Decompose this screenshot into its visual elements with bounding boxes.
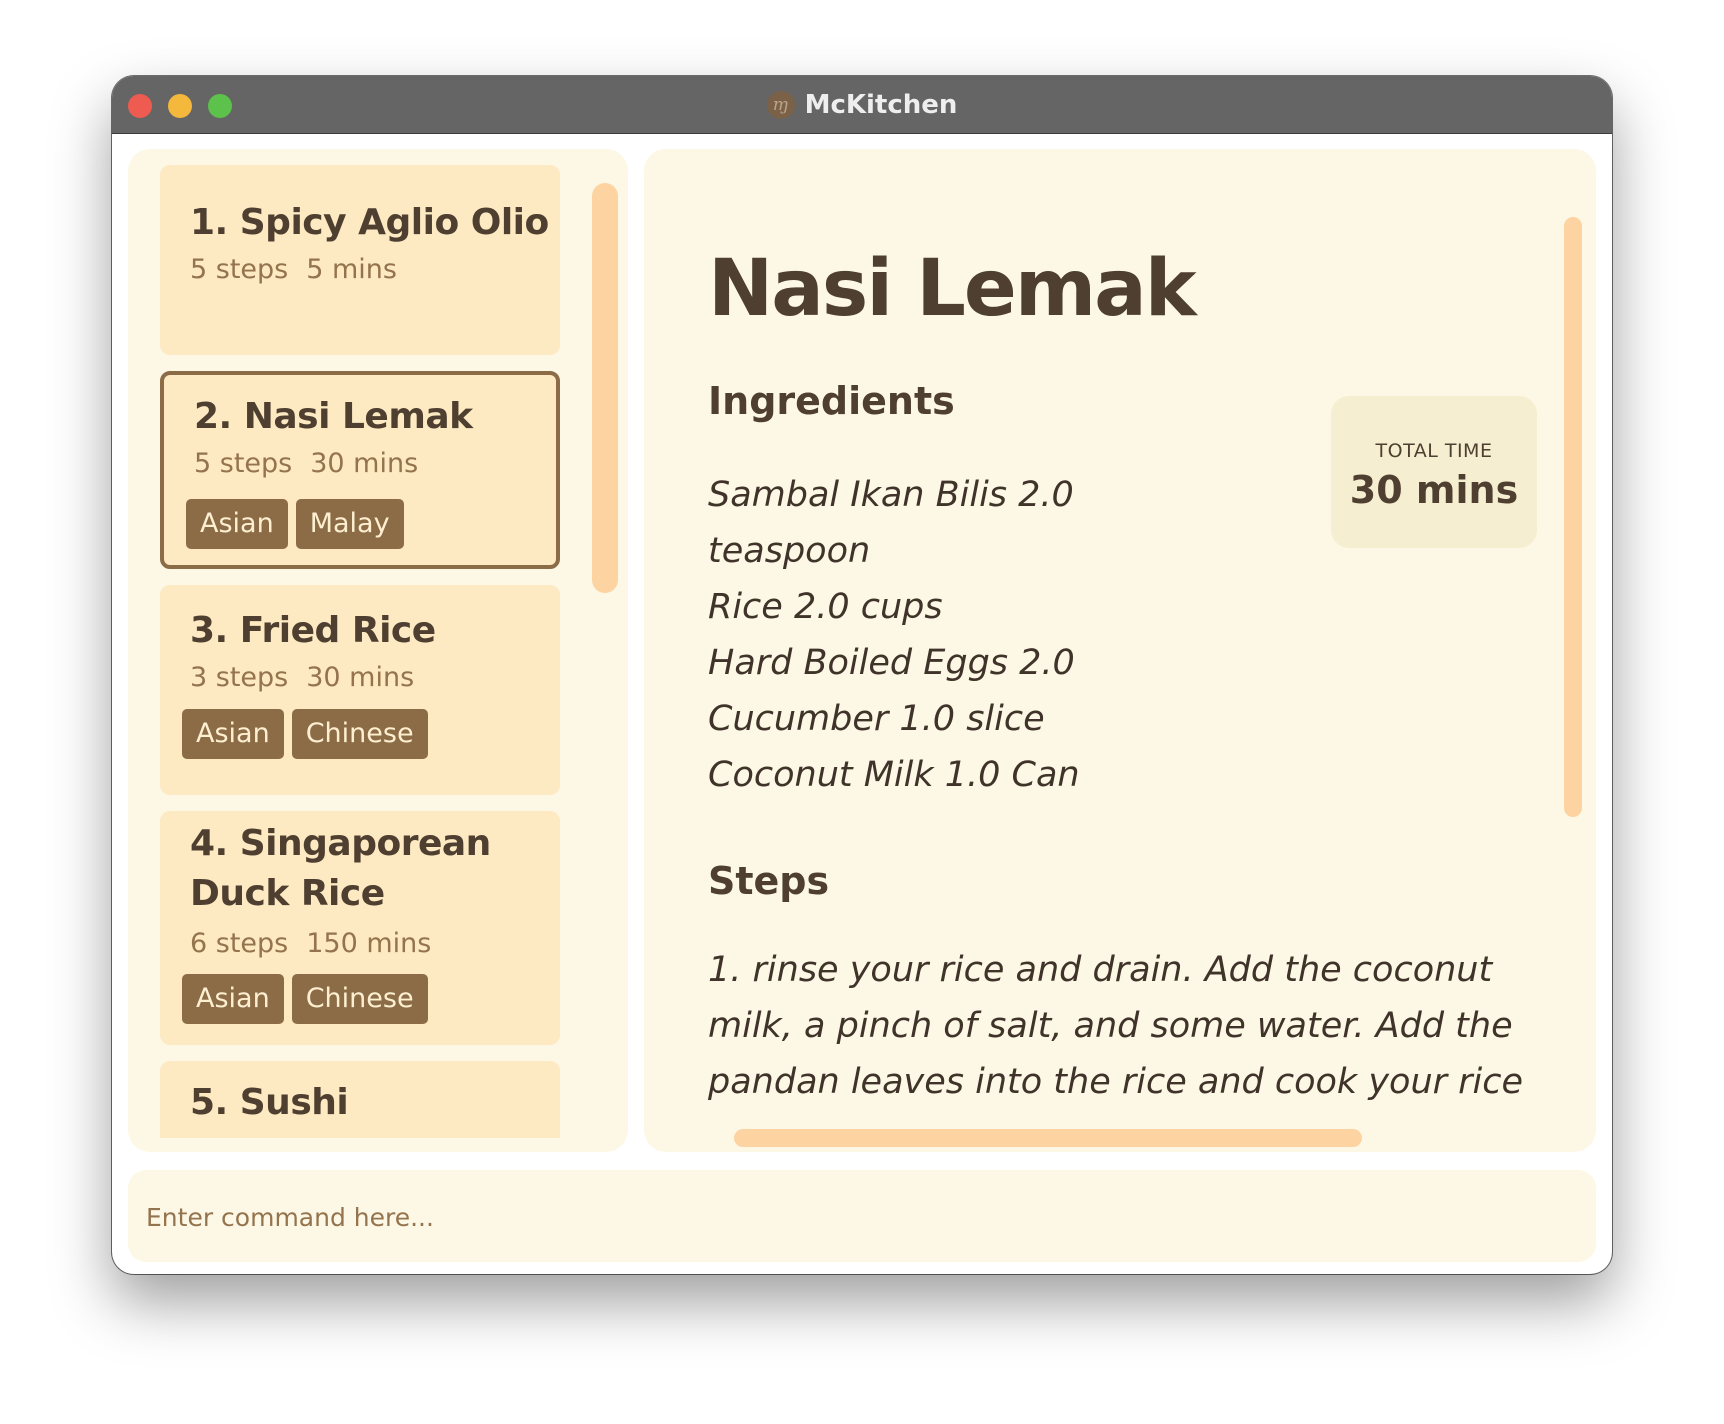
detail-horizontal-scrollbar[interactable] [734,1129,1362,1147]
recipe-card-meta: 3 steps 30 mins [190,662,432,693]
ingredient-item: teaspoon [708,531,871,571]
tag-badge: Asian [182,974,284,1024]
title-bar: ɱ McKitchen [112,76,1612,134]
recipe-duration: 30 mins [306,662,415,693]
recipe-tags: Asian Chinese [182,709,428,759]
recipe-tags: Asian Malay [186,499,404,549]
step-line: 1. rinse your rice and drain. Add the co… [708,950,1493,990]
steps-heading: Steps [708,859,830,903]
total-time-card: TOTAL TIME 30 mins [1331,396,1537,548]
ingredient-item: Coconut Milk 1.0 Can [708,755,1080,795]
recipe-detail-title: Nasi Lemak [708,244,1197,334]
recipe-detail-panel: Nasi Lemak Ingredients Sambal Ikan Bilis… [644,149,1596,1152]
recipe-detail-content: Nasi Lemak Ingredients Sambal Ikan Bilis… [644,149,1596,1152]
recipe-card-title-line: 4. Singaporean [190,823,491,864]
recipe-card-meta: 5 steps 30 mins [194,448,436,479]
recipe-card-title: 5. Sushi [190,1082,349,1123]
recipe-card-meta: 6 steps 150 mins [190,928,449,959]
tag-badge: Asian [186,499,288,549]
window-title-group: ɱ McKitchen [112,76,1612,133]
total-time-value: 30 mins [1349,468,1519,512]
detail-vertical-scrollbar[interactable] [1564,217,1582,817]
recipe-card-meta: 5 steps 5 mins [190,254,415,285]
tag-badge: Chinese [291,974,428,1024]
ingredients-heading: Ingredients [708,379,955,423]
recipe-duration: 30 mins [310,448,419,479]
recipe-card[interactable]: 5. Sushi [160,1061,560,1138]
command-input[interactable] [144,1170,1578,1264]
recipe-card[interactable]: 4. Singaporean Duck Rice 6 steps 150 mins… [160,811,560,1045]
ingredient-item: Hard Boiled Eggs 2.0 [708,643,1075,683]
tag-badge: Chinese [291,709,428,759]
recipe-steps-count: 5 steps [190,254,289,285]
recipe-steps-count: 3 steps [190,662,289,693]
tag-badge: Asian [182,709,284,759]
ingredients-list: Sambal Ikan Bilis 2.0 teaspoon Rice 2.0 … [708,467,1128,803]
ingredient-item: Cucumber 1.0 slice [708,699,1045,739]
window-title: McKitchen [804,89,958,120]
ingredient-item: Rice 2.0 cups [708,587,943,627]
app-logo-icon: ɱ [766,90,795,119]
command-box [128,1170,1596,1264]
recipe-card[interactable]: 1. Spicy Aglio Olio 5 steps 5 mins [160,165,560,355]
step-line: milk, a pinch of salt, and some water. A… [708,1006,1513,1046]
recipe-list-panel: 1. Spicy Aglio Olio 5 steps 5 mins 2. Nas… [128,149,628,1152]
recipe-steps-count: 5 steps [194,448,293,479]
tag-badge: Malay [295,499,404,549]
recipe-card-title: 2. Nasi Lemak [194,396,473,437]
recipe-card-title-line: Duck Rice [190,873,385,914]
recipe-card-title: 3. Fried Rice [190,610,436,651]
recipe-list-scrollbar[interactable] [592,183,618,593]
app-window: ɱ McKitchen 1. Spicy Aglio Olio 5 steps 5… [112,76,1612,1274]
ingredient-item: Sambal Ikan Bilis 2.0 [708,475,1074,515]
recipe-tags: Asian Chinese [182,974,428,1024]
recipe-card[interactable]: 3. Fried Rice 3 steps 30 mins Asian Chine… [160,585,560,795]
recipe-duration: 150 mins [306,928,432,959]
step-line: pandan leaves into the rice and cook you… [708,1062,1524,1102]
steps-list: 1. rinse your rice and drain. Add the co… [708,942,1528,1110]
total-time-label: TOTAL TIME [1375,440,1493,462]
recipe-card-title: 1. Spicy Aglio Olio [190,202,549,243]
recipe-steps-count: 6 steps [190,928,289,959]
recipe-card-selected[interactable]: 2. Nasi Lemak 5 steps 30 mins Asian Malay [160,371,560,569]
recipe-list: 1. Spicy Aglio Olio 5 steps 5 mins 2. Nas… [160,165,560,1138]
recipe-duration: 5 mins [306,254,397,285]
